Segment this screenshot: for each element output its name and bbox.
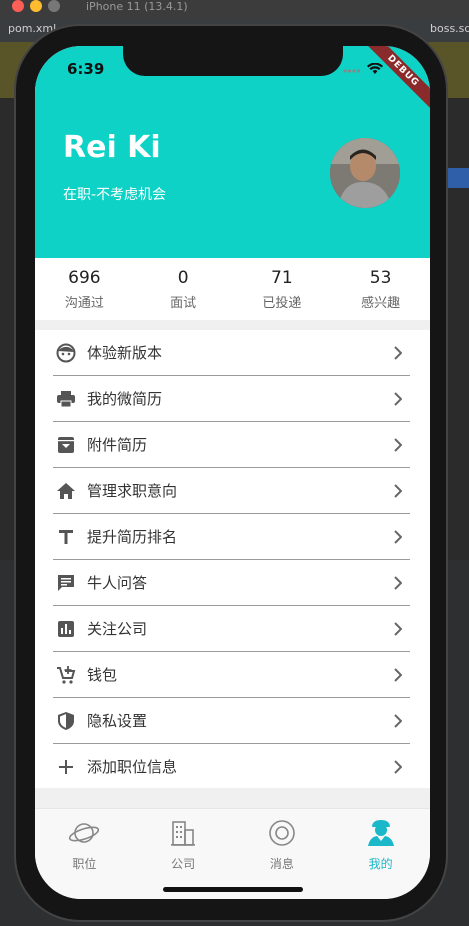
wifi-icon [367,60,383,79]
section-divider [35,320,430,330]
chevron-right-icon [394,621,403,640]
menu-item-attachment-resume[interactable]: 附件简历 [53,422,410,468]
menu-item-resume-ranking[interactable]: 提升简历排名 [53,514,410,560]
minimize-window-icon[interactable] [30,0,42,12]
tab-label: 消息 [269,857,294,871]
chevron-right-icon [394,483,403,502]
stat-value: 0 [177,268,189,288]
status-icons [343,60,383,79]
stats-row: 696 沟通过 0 面试 71 已投递 53 感兴趣 [35,258,430,320]
plus-icon [55,756,77,778]
chevron-right-icon [394,575,403,594]
stat-applied[interactable]: 71 已投递 [233,258,332,320]
home-indicator[interactable] [163,887,303,892]
user-name: Rei Ki [63,130,161,165]
menu-label: 隐私设置 [87,712,148,730]
menu-label: 钱包 [87,666,118,684]
stat-label: 已投递 [262,296,302,311]
simulator-title: iPhone 11 (13.4.1) [86,0,188,13]
menu-item-micro-resume[interactable]: 我的微简历 [53,376,410,422]
avatar[interactable] [330,138,400,208]
menu-label: 体验新版本 [87,344,163,362]
planet-icon [68,819,100,847]
stat-interested[interactable]: 53 感兴趣 [331,258,430,320]
menu-label: 我的微简历 [87,390,163,408]
tab-label: 我的 [368,857,393,871]
home-icon [55,480,77,502]
tab-label: 职位 [72,857,97,871]
ide-tab-boss[interactable]: boss.sq [430,22,469,35]
chart-icon [55,618,77,640]
stat-value: 696 [68,268,101,288]
text-t-icon [55,526,77,548]
mac-title-bar: iPhone 11 (13.4.1) [0,0,469,18]
stat-chatted[interactable]: 696 沟通过 [35,258,134,320]
face-icon [55,342,77,364]
stat-label: 感兴趣 [361,296,401,311]
tab-companies[interactable]: 公司 [134,809,233,899]
cart-icon [55,664,77,686]
shield-icon [55,710,77,732]
chevron-right-icon [394,437,403,456]
menu-item-job-intention[interactable]: 管理求职意向 [53,468,410,514]
stat-label: 面试 [170,296,197,311]
menu-label: 管理求职意向 [87,482,178,500]
stat-label: 沟通过 [64,296,104,311]
tab-label: 公司 [171,857,196,871]
app-screen: 6:39 DEBUG Rei Ki 在职-不考虑机会 696 沟通过 0 面试 … [35,46,430,899]
stat-value: 53 [369,268,392,288]
close-window-icon[interactable] [12,0,24,12]
chevron-right-icon [394,529,403,548]
section-divider-bottom [35,788,430,808]
chevron-right-icon [394,345,403,364]
person-icon [365,819,397,847]
at-icon [266,819,298,847]
chevron-right-icon [394,391,403,410]
menu-item-add-position[interactable]: 添加职位信息 [53,744,410,790]
menu-item-privacy[interactable]: 隐私设置 [53,698,410,744]
stat-interviews[interactable]: 0 面试 [134,258,233,320]
menu-item-wallet[interactable]: 钱包 [53,652,410,698]
device-notch [123,46,343,76]
building-icon [167,819,199,847]
chat-icon [55,572,77,594]
tab-positions[interactable]: 职位 [35,809,134,899]
menu-item-followed-companies[interactable]: 关注公司 [53,606,410,652]
tab-me[interactable]: 我的 [331,809,430,899]
menu-item-qa[interactable]: 牛人问答 [53,560,410,606]
menu-label: 附件简历 [87,436,148,454]
stat-value: 71 [271,268,293,288]
menu-label: 关注公司 [87,620,148,638]
menu-item-new-version[interactable]: 体验新版本 [53,330,410,376]
chevron-right-icon [394,713,403,732]
chevron-right-icon [394,667,403,686]
chevron-right-icon [394,759,403,778]
menu-label: 提升简历排名 [87,528,178,546]
menu-label: 牛人问答 [87,574,148,592]
settings-menu: 体验新版本 我的微简历 附件简历 管理求职意向 提升简历排名 牛人问答 关注公司… [53,330,410,790]
archive-icon [55,434,77,456]
menu-label: 添加职位信息 [87,758,178,776]
printer-icon [55,388,77,410]
tab-messages[interactable]: 消息 [233,809,332,899]
job-status[interactable]: 在职-不考虑机会 [63,184,166,204]
bottom-tab-bar: 职位 公司 消息 我的 [35,808,430,899]
zoom-window-icon[interactable] [48,0,60,12]
status-time: 6:39 [67,60,105,78]
signal-icon [343,60,361,79]
